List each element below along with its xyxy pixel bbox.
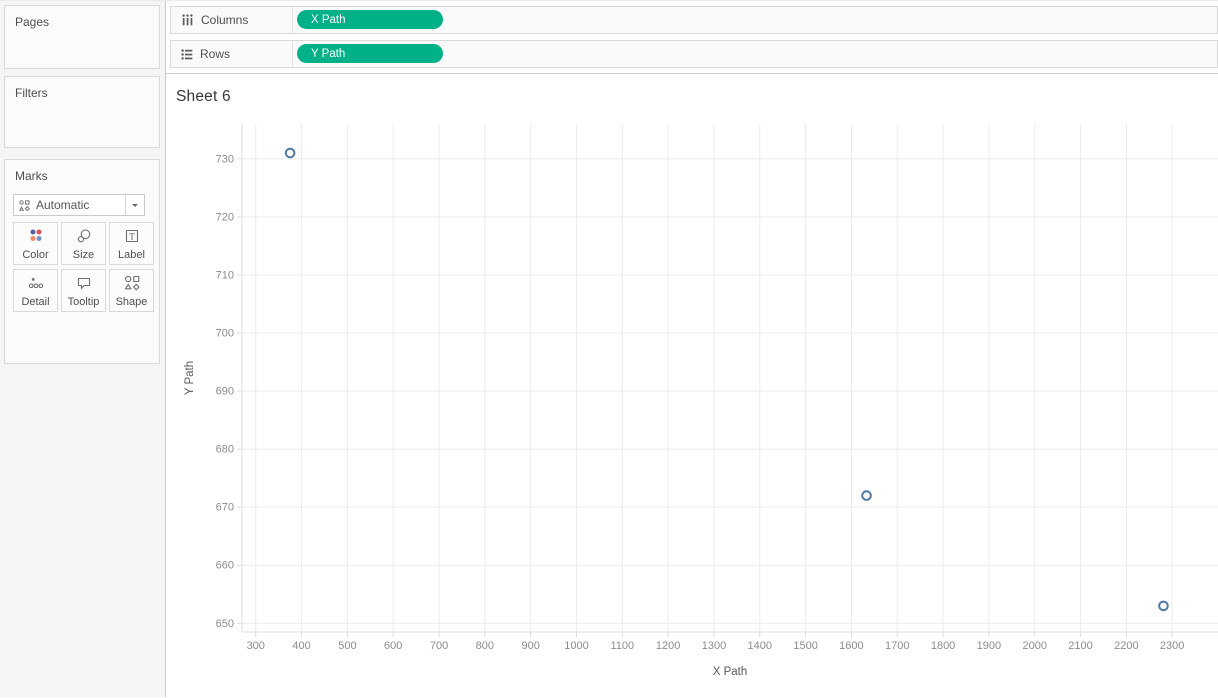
pill-y-path[interactable]: Y Path: [297, 44, 443, 63]
y-tick-label: 650: [216, 618, 234, 630]
y-tick-label: 710: [216, 269, 234, 281]
y-tick-label: 730: [216, 153, 234, 165]
scatter-plot: 300 400 500 600 700 800 900 1000 1100 1200 1300 140…: [184, 124, 1218, 678]
x-tick-label: 1100: [610, 640, 634, 652]
y-tick-label: 690: [216, 386, 234, 398]
x-tick-label: 400: [292, 640, 310, 652]
mark-type-dropdown[interactable]: Automatic: [13, 194, 145, 216]
data-point[interactable]: [1158, 600, 1169, 612]
marks-card-label: Marks: [15, 169, 48, 183]
marks-tooltip-label: Tooltip: [67, 296, 100, 308]
x-tick-label: 1400: [748, 640, 772, 652]
y-tick-label: 670: [216, 502, 234, 514]
x-tick-label: 2100: [1068, 640, 1092, 652]
x-tick-label: 2300: [1160, 640, 1184, 652]
marks-shape-label: Shape: [115, 296, 148, 308]
marks-size-button[interactable]: Size: [61, 222, 106, 265]
worksheet-view: Sheet 6 300 400 500 600 700 800 900 1000 1100 120…: [166, 73, 1218, 697]
x-axis-title: X Path: [713, 666, 748, 678]
data-point[interactable]: [284, 147, 296, 159]
x-tick-label: 700: [430, 640, 448, 652]
detail-icon: [28, 278, 43, 289]
marks-label-label: Label: [118, 249, 145, 261]
x-tick-label: 900: [521, 640, 539, 652]
rows-shelf-head: Rows: [171, 41, 293, 67]
y-axis-title: Y Path: [184, 361, 196, 395]
x-tick-label: 1900: [977, 640, 1001, 652]
tooltip-icon: [77, 277, 90, 290]
label-icon: T: [125, 229, 138, 243]
mark-type-caret-button[interactable]: [125, 195, 144, 215]
x-tick-label: 2000: [1022, 640, 1046, 652]
left-sidebar: Pages Filters Marks Automatic Color Size…: [0, 1, 166, 697]
pages-shelf-label: Pages: [15, 15, 50, 29]
marks-size-label: Size: [72, 249, 95, 261]
marks-shape-button[interactable]: Shape: [109, 269, 154, 312]
marks-color-label: Color: [22, 249, 49, 261]
x-tick-label: 500: [338, 640, 356, 652]
columns-shelf-head: Columns: [171, 7, 293, 33]
x-tick-label: 1300: [702, 640, 726, 652]
main-area: Columns X Path Rows Y Path Sheet 6 300 40…: [166, 1, 1218, 697]
mark-type-value: Automatic: [36, 198, 90, 212]
label-icon-letter: T: [129, 231, 135, 241]
shape-icon: [124, 275, 140, 291]
pill-x-path-text: X Path: [311, 13, 346, 26]
filters-shelf[interactable]: Filters: [4, 76, 160, 148]
marks-label-button[interactable]: T Label: [109, 222, 154, 265]
color-icon: [30, 229, 41, 241]
pill-x-path[interactable]: X Path: [297, 10, 443, 29]
y-tick-label: 720: [216, 211, 234, 223]
x-tick-label: 600: [384, 640, 402, 652]
rows-shelf-label: Rows: [200, 47, 231, 61]
x-tick-label: 1700: [885, 640, 909, 652]
x-tick-label: 1500: [793, 640, 817, 652]
x-tick-label: 1200: [656, 640, 680, 652]
marks-detail-button[interactable]: Detail: [13, 269, 58, 312]
size-icon: [77, 229, 90, 243]
x-tick-label: 300: [247, 640, 265, 652]
x-tick-label: 1000: [564, 640, 588, 652]
marks-type-icon: [19, 199, 30, 211]
columns-shelf[interactable]: Columns X Path: [170, 6, 1218, 34]
tableau-workspace: Pages Filters Marks Automatic Color Size…: [0, 0, 1218, 697]
caret-down-icon: [132, 204, 138, 210]
x-tick-label: 1600: [839, 640, 863, 652]
rows-icon: [181, 48, 193, 60]
rows-shelf[interactable]: Rows Y Path: [170, 40, 1218, 68]
pill-y-path-text: Y Path: [311, 47, 346, 60]
columns-icon: [182, 14, 193, 26]
marks-tooltip-button[interactable]: Tooltip: [61, 269, 106, 312]
y-tick-label: 700: [216, 328, 234, 340]
pages-shelf[interactable]: Pages: [4, 5, 160, 69]
columns-shelf-label: Columns: [201, 13, 249, 27]
marks-color-button[interactable]: Color: [13, 222, 58, 265]
x-tick-label: 800: [476, 640, 494, 652]
x-tick-label: 2200: [1114, 640, 1138, 652]
marks-detail-label: Detail: [21, 296, 50, 308]
filters-shelf-label: Filters: [15, 86, 48, 100]
y-tick-label: 680: [216, 444, 234, 456]
x-tick-label: 1800: [931, 640, 955, 652]
y-tick-label: 660: [216, 560, 234, 572]
marks-card: Marks Automatic Color Size T Label Detai…: [4, 159, 160, 364]
data-point[interactable]: [861, 490, 872, 501]
